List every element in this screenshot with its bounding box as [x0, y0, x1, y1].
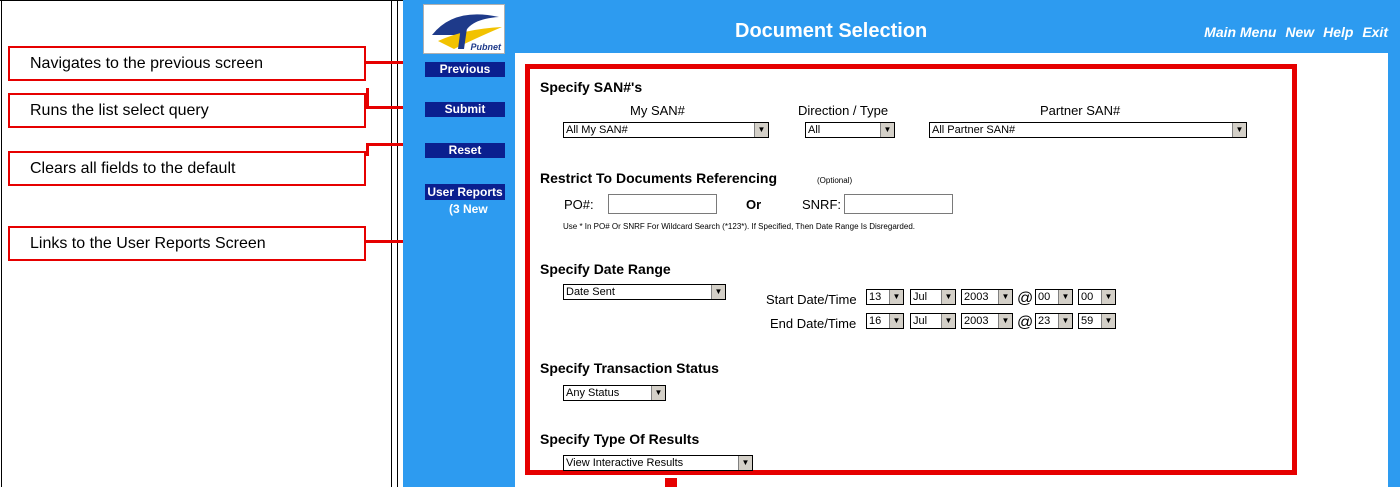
right-edge-bar [1388, 53, 1400, 487]
new-link[interactable]: New [1285, 24, 1314, 40]
main-menu-link[interactable]: Main Menu [1204, 24, 1276, 40]
start-minute-select[interactable]: 00 ▼ [1078, 289, 1116, 305]
chevron-down-icon: ▼ [941, 290, 955, 304]
end-month-value: Jul [913, 315, 928, 327]
start-day-select[interactable]: 13 ▼ [866, 289, 904, 305]
callout-reports: Links to the User Reports Screen [8, 226, 366, 261]
chevron-down-icon: ▼ [1058, 290, 1072, 304]
chevron-down-icon: ▼ [1101, 314, 1115, 328]
user-reports-link[interactable]: User Reports [425, 184, 505, 200]
end-date-label: End Date/Time [770, 316, 857, 331]
new-reports-count: (3 New [449, 202, 488, 216]
po-input[interactable] [608, 194, 717, 214]
end-day-select[interactable]: 16 ▼ [866, 313, 904, 329]
chevron-down-icon: ▼ [651, 386, 665, 400]
chevron-down-icon: ▼ [711, 285, 725, 299]
partner-san-label: Partner SAN# [1040, 103, 1121, 118]
chevron-down-icon: ▼ [738, 456, 752, 470]
frame-divider-inner [397, 0, 398, 487]
chevron-down-icon: ▼ [998, 314, 1012, 328]
callout-previous: Navigates to the previous screen [8, 46, 366, 81]
arrow-submit-riser [366, 88, 369, 108]
header-bar: Document Selection Main Menu New Help Ex… [515, 0, 1400, 53]
start-month-select[interactable]: Jul ▼ [910, 289, 956, 305]
my-san-label: My SAN# [630, 103, 685, 118]
submit-button[interactable]: Submit [425, 102, 505, 117]
callout-reports-text: Links to the User Reports Screen [30, 235, 266, 252]
status-heading: Specify Transaction Status [540, 360, 719, 376]
pubnet-logo: Pubnet [423, 4, 505, 54]
snrf-label: SNRF: [802, 197, 841, 212]
chevron-down-icon: ▼ [754, 123, 768, 137]
exit-link[interactable]: Exit [1362, 24, 1388, 40]
end-at-sign: @ [1017, 314, 1034, 331]
top-nav: Main Menu New Help Exit [1199, 24, 1388, 40]
wildcard-hint: Use * In PO# Or SNRF For Wildcard Search… [563, 222, 915, 231]
chevron-down-icon: ▼ [1101, 290, 1115, 304]
date-range-heading: Specify Date Range [540, 261, 671, 277]
optional-note: (Optional) [817, 176, 853, 185]
chevron-down-icon: ▼ [889, 314, 903, 328]
end-year-select[interactable]: 2003 ▼ [961, 313, 1013, 329]
chevron-down-icon: ▼ [941, 314, 955, 328]
restrict-heading: Restrict To Documents Referencing [540, 170, 778, 186]
my-san-value: All My SAN# [566, 124, 628, 136]
san-heading: Specify SAN#'s [540, 79, 643, 95]
end-day-value: 16 [869, 315, 882, 327]
partner-san-value: All Partner SAN# [932, 124, 1016, 136]
frame-divider [391, 0, 392, 487]
page-title: Document Selection [735, 20, 928, 42]
my-san-select[interactable]: All My SAN# ▼ [563, 122, 769, 138]
results-type-value: View Interactive Results [566, 457, 684, 469]
sidebar: Pubnet Previous Submit Reset User Report… [403, 0, 515, 487]
end-hour-select[interactable]: 23 ▼ [1035, 313, 1073, 329]
po-label: PO#: [564, 197, 594, 212]
end-minute-value: 59 [1081, 315, 1094, 327]
or-label: Or [746, 197, 762, 212]
callout-submit: Runs the list select query [8, 93, 366, 128]
date-type-value: Date Sent [566, 286, 615, 298]
snrf-input[interactable] [844, 194, 953, 214]
end-minute-select[interactable]: 59 ▼ [1078, 313, 1116, 329]
callout-reset-text: Clears all fields to the default [30, 160, 236, 177]
help-link[interactable]: Help [1323, 24, 1353, 40]
bottom-arrow-stub [665, 478, 677, 487]
end-hour-value: 23 [1038, 315, 1051, 327]
logo-text: Pubnet [470, 42, 502, 52]
reset-button[interactable]: Reset [425, 143, 505, 158]
chevron-down-icon: ▼ [880, 123, 894, 137]
start-day-value: 13 [869, 291, 882, 303]
status-value: Any Status [566, 387, 620, 399]
direction-label: Direction / Type [798, 103, 889, 118]
start-year-value: 2003 [964, 291, 989, 303]
start-at-sign: @ [1017, 290, 1034, 307]
results-type-select[interactable]: View Interactive Results ▼ [563, 455, 753, 471]
frame-left-border [1, 0, 2, 487]
end-month-select[interactable]: Jul ▼ [910, 313, 956, 329]
start-year-select[interactable]: 2003 ▼ [961, 289, 1013, 305]
date-type-select[interactable]: Date Sent ▼ [563, 284, 726, 300]
chevron-down-icon: ▼ [1232, 123, 1246, 137]
start-month-value: Jul [913, 291, 928, 303]
partner-san-select[interactable]: All Partner SAN# ▼ [929, 122, 1247, 138]
previous-button[interactable]: Previous [425, 62, 505, 77]
direction-select[interactable]: All ▼ [805, 122, 895, 138]
results-heading: Specify Type Of Results [540, 431, 700, 447]
start-date-label: Start Date/Time [766, 292, 857, 307]
start-hour-value: 00 [1038, 291, 1051, 303]
start-hour-select[interactable]: 00 ▼ [1035, 289, 1073, 305]
status-select[interactable]: Any Status ▼ [563, 385, 666, 401]
chevron-down-icon: ▼ [1058, 314, 1072, 328]
end-year-value: 2003 [964, 315, 989, 327]
chevron-down-icon: ▼ [998, 290, 1012, 304]
chevron-down-icon: ▼ [889, 290, 903, 304]
callout-submit-text: Runs the list select query [30, 102, 209, 119]
direction-value: All [808, 124, 821, 136]
start-minute-value: 00 [1081, 291, 1094, 303]
callout-reset: Clears all fields to the default [8, 151, 366, 186]
callout-previous-text: Navigates to the previous screen [30, 55, 264, 72]
